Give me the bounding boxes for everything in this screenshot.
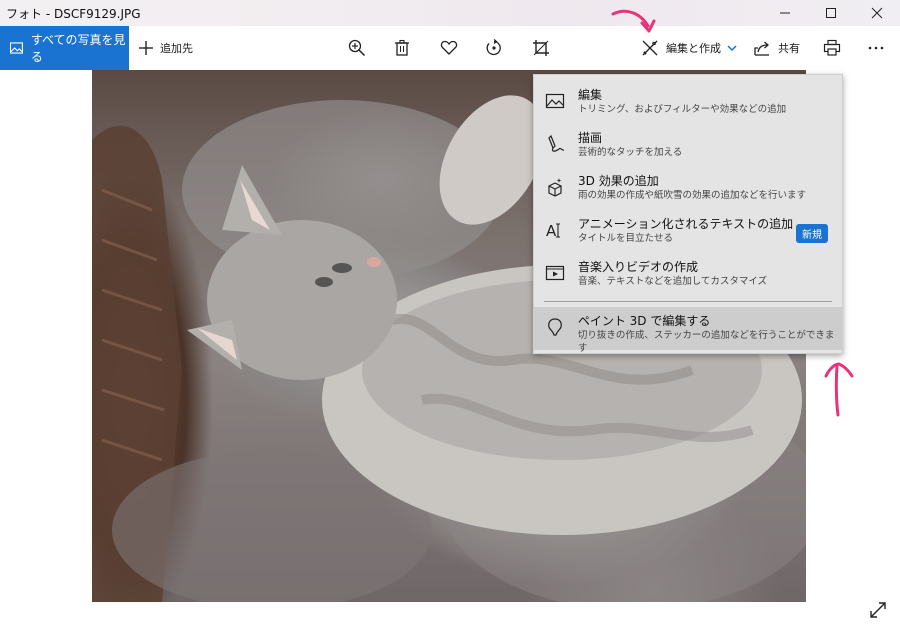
maximize-button[interactable] [808, 0, 854, 26]
menu-divider [544, 301, 832, 302]
favorite-button[interactable] [439, 26, 459, 70]
title-bar: フォト - DSCF9129.JPG [0, 0, 900, 26]
share-icon [754, 41, 769, 56]
menu-item-draw[interactable]: 描画 芸術的なタッチを加える [534, 124, 842, 167]
crop-button[interactable] [531, 26, 551, 70]
menu-item-title: 3D 効果の追加 [578, 174, 659, 188]
close-button[interactable] [854, 0, 900, 26]
menu-item-title: 音楽入りビデオの作成 [578, 260, 699, 274]
menu-item-title: ペイント 3D で編集する [577, 314, 711, 328]
more-icon [868, 46, 884, 50]
zoom-button[interactable] [347, 26, 367, 70]
menu-item-title: 描画 [578, 131, 603, 145]
edit-create-label: 編集と作成 [666, 42, 721, 55]
close-icon [871, 7, 883, 19]
3d-effects-icon [548, 178, 562, 197]
menu-item-desc: 音楽、テキストなどを追加してカスタマイズ [578, 276, 768, 287]
print-button[interactable] [822, 26, 842, 70]
edit-photo-icon [545, 93, 565, 109]
share-button[interactable]: 共有 [752, 26, 800, 70]
paint3d-icon [548, 318, 562, 336]
svg-text:A: A [546, 222, 557, 240]
delete-icon [395, 39, 409, 56]
menu-item-animated-text[interactable]: A アニメーション化されるテキストの追加 タイトルを目立たせる 新規 [534, 210, 842, 253]
plus-icon [139, 41, 153, 55]
all-photos-button[interactable]: すべての写真を見る [0, 26, 129, 70]
draw-icon [548, 134, 565, 152]
fullscreen-icon[interactable] [868, 600, 888, 620]
menu-item-desc: タイトルを目立たせる [578, 233, 674, 244]
more-button[interactable] [866, 26, 886, 70]
annotation-arrow-top [611, 9, 656, 33]
menu-item-edit[interactable]: 編集 トリミング、およびフィルターや効果などの追加 [534, 81, 842, 124]
toolbar: すべての写真を見る 追加先 編集と作成 共有 [0, 26, 900, 70]
minimize-button[interactable] [762, 0, 808, 26]
minimize-icon [780, 12, 790, 14]
video-icon [545, 265, 565, 281]
menu-item-desc: トリミング、およびフィルターや効果などの追加 [578, 104, 787, 115]
edit-create-menu: 編集 トリミング、およびフィルターや効果などの追加 描画 芸術的なタッチを加える… [533, 74, 843, 354]
rotate-button[interactable] [484, 26, 504, 70]
menu-item-video[interactable]: 音楽入りビデオの作成 音楽、テキストなどを追加してカスタマイズ [534, 253, 842, 296]
heart-icon [440, 40, 458, 55]
menu-item-desc: 雨の効果の作成や紙吹雪の効果の追加などを行います [578, 190, 807, 201]
share-label: 共有 [778, 42, 800, 55]
zoom-in-icon [348, 39, 366, 57]
edit-create-icon [642, 40, 658, 56]
menu-item-desc: 芸術的なタッチを加える [578, 147, 683, 158]
annotation-arrow-bottom [824, 362, 854, 417]
menu-item-desc: 切り抜きの作成、ステッカーの追加などを行うことができます [577, 330, 835, 354]
maximize-icon [826, 8, 836, 18]
add-to-label: 追加先 [160, 42, 193, 55]
chevron-down-icon [727, 45, 737, 52]
window-controls [762, 0, 900, 26]
print-icon [823, 39, 841, 56]
crop-icon [533, 40, 549, 56]
new-badge: 新規 [796, 224, 828, 243]
delete-button[interactable] [392, 26, 412, 70]
animated-text-icon: A [546, 222, 560, 240]
window-title: フォト - DSCF9129.JPG [6, 6, 141, 21]
photos-icon [10, 42, 23, 54]
menu-item-title: アニメーション化されるテキストの追加 [578, 217, 794, 231]
all-photos-label: すべての写真を見る [30, 33, 126, 64]
rotate-icon [486, 39, 501, 56]
add-to-button[interactable]: 追加先 [138, 26, 193, 70]
menu-item-title: 編集 [578, 88, 603, 102]
menu-item-paint3d[interactable]: ペイント 3D で編集する 切り抜きの作成、ステッカーの追加などを行うことができ… [534, 307, 842, 354]
menu-item-3d-effects[interactable]: 3D 効果の追加 雨の効果の作成や紙吹雪の効果の追加などを行います [534, 167, 842, 210]
